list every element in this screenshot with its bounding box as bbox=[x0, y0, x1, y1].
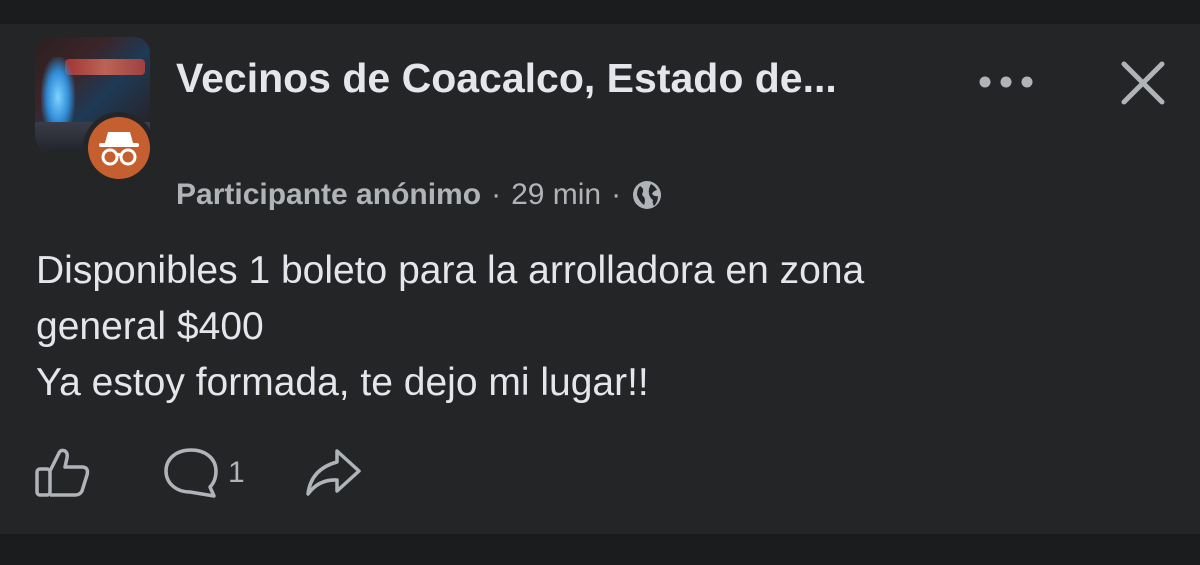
post-text: Disponibles 1 boleto para la arrolladora… bbox=[36, 243, 1156, 411]
post-meta: Participante anónimo · 29 min · bbox=[176, 175, 663, 215]
incognito-icon bbox=[88, 117, 150, 179]
avatar-photo-lights bbox=[65, 59, 145, 75]
meta-separator: · bbox=[611, 178, 622, 211]
more-options-button[interactable] bbox=[975, 62, 1037, 102]
author-name[interactable]: Participante anónimo bbox=[176, 178, 481, 212]
comment-count: 1 bbox=[228, 455, 245, 489]
thumbs-up-icon bbox=[35, 448, 90, 497]
bottom-divider bbox=[0, 540, 1200, 565]
globe-icon bbox=[631, 179, 663, 211]
close-button[interactable] bbox=[1115, 55, 1170, 110]
meta-separator: · bbox=[491, 178, 502, 211]
post-time[interactable]: 29 min bbox=[511, 178, 601, 212]
share-icon bbox=[305, 448, 361, 496]
share-button[interactable] bbox=[303, 445, 363, 500]
comment-icon bbox=[164, 447, 218, 498]
comment-button[interactable]: 1 bbox=[162, 445, 245, 500]
post-text-line: Disponibles 1 boleto para la arrolladora… bbox=[36, 249, 865, 292]
post-text-line: Ya estoy formada, te dejo mi lugar!! bbox=[36, 361, 649, 404]
close-icon bbox=[1121, 61, 1164, 104]
post-actions-bar: 1 bbox=[34, 445, 363, 500]
anonymous-badge bbox=[83, 112, 155, 184]
top-divider bbox=[0, 0, 1200, 20]
group-name-link[interactable]: Vecinos de Coacalco, Estado de... bbox=[176, 50, 936, 107]
more-dots-icon bbox=[979, 76, 1033, 88]
like-button[interactable] bbox=[34, 445, 94, 500]
post-text-line: general $400 bbox=[36, 305, 264, 348]
